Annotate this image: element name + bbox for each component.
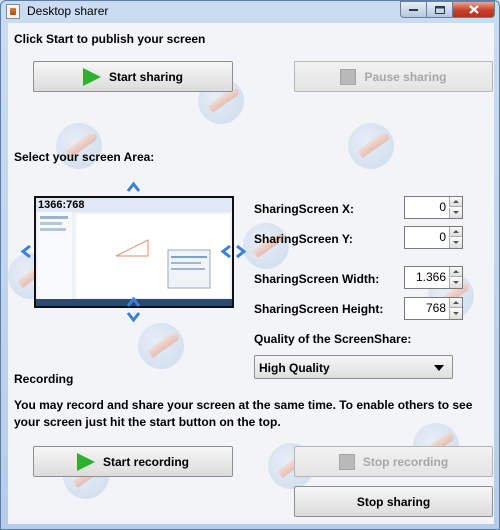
rocket-watermark-icon: [243, 223, 289, 269]
pause-sharing-label: Pause sharing: [364, 69, 447, 84]
sharing-width-spinner[interactable]: 1.366: [404, 266, 463, 289]
stop-recording-button[interactable]: Stop recording: [294, 446, 493, 477]
pause-icon: [340, 68, 357, 85]
stop-sharing-label: Stop sharing: [356, 494, 431, 509]
spinner-up-icon[interactable]: [449, 267, 462, 277]
spinner-up-icon[interactable]: [449, 227, 462, 237]
window-title: Desktop sharer: [27, 4, 109, 18]
play-icon: [82, 67, 101, 86]
sharing-height-label: SharingScreen Height:: [254, 302, 384, 316]
stop-icon: [338, 453, 355, 470]
instruction-text: Click Start to publish your screen: [14, 32, 206, 46]
screen-preview[interactable]: 1366:768: [34, 196, 234, 308]
spinner-up-icon[interactable]: [449, 298, 462, 308]
app-window: Desktop sharer Click Start to publish yo…: [0, 0, 500, 530]
play-icon: [76, 452, 95, 471]
spinner-down-icon[interactable]: [449, 278, 462, 288]
desktop-thumbnail: [36, 198, 232, 306]
arrow-up-icon[interactable]: [126, 295, 141, 310]
sharing-y-value: 0: [439, 230, 446, 244]
arrow-left-icon[interactable]: [219, 244, 234, 259]
arrow-right-icon[interactable]: [233, 244, 248, 259]
spinner-down-icon[interactable]: [449, 238, 462, 248]
java-app-icon: [6, 4, 20, 19]
sharing-x-spinner[interactable]: 0: [404, 196, 463, 219]
quality-selected-value: High Quality: [259, 361, 330, 375]
arrow-left-icon[interactable]: [19, 244, 34, 259]
arrow-down-icon[interactable]: [126, 309, 141, 324]
quality-select[interactable]: High Quality: [254, 355, 453, 379]
recording-description: You may record and share your screen at …: [14, 398, 473, 429]
content-panel: Click Start to publish your screen Start…: [8, 23, 494, 524]
start-sharing-label: Start sharing: [108, 69, 183, 84]
start-recording-label: Start recording: [102, 454, 189, 469]
sharing-height-spinner[interactable]: 768: [404, 297, 463, 320]
title-bar[interactable]: Desktop sharer: [1, 1, 499, 23]
maximize-icon[interactable]: [426, 1, 452, 18]
recording-heading: Recording: [14, 372, 74, 386]
sharing-x-label: SharingScreen X:: [254, 202, 355, 216]
pause-sharing-button[interactable]: Pause sharing: [294, 61, 493, 92]
spinner-down-icon[interactable]: [449, 309, 462, 319]
stop-sharing-button[interactable]: Stop sharing: [294, 486, 493, 517]
sharing-x-value: 0: [439, 200, 446, 214]
screen-area-heading: Select your screen Area:: [14, 150, 155, 164]
spinner-down-icon[interactable]: [449, 208, 462, 218]
minimize-icon[interactable]: [400, 1, 426, 18]
stop-recording-label: Stop recording: [362, 454, 449, 469]
sharing-width-value: 1.366: [415, 270, 446, 284]
start-sharing-button[interactable]: Start sharing: [33, 61, 233, 92]
sharing-y-label: SharingScreen Y:: [254, 232, 353, 246]
close-icon[interactable]: [452, 1, 495, 18]
rocket-watermark-icon: [348, 123, 394, 169]
resolution-label: 1366:768: [38, 199, 85, 211]
rocket-watermark-icon: [138, 323, 184, 369]
sharing-width-label: SharingScreen Width:: [254, 272, 380, 286]
arrow-up-icon[interactable]: [126, 180, 141, 195]
start-recording-button[interactable]: Start recording: [33, 446, 233, 477]
chevron-down-icon: [434, 365, 444, 371]
sharing-height-value: 768: [425, 301, 446, 315]
sharing-y-spinner[interactable]: 0: [404, 226, 463, 249]
quality-label: Quality of the ScreenShare:: [254, 332, 412, 346]
spinner-up-icon[interactable]: [449, 197, 462, 207]
